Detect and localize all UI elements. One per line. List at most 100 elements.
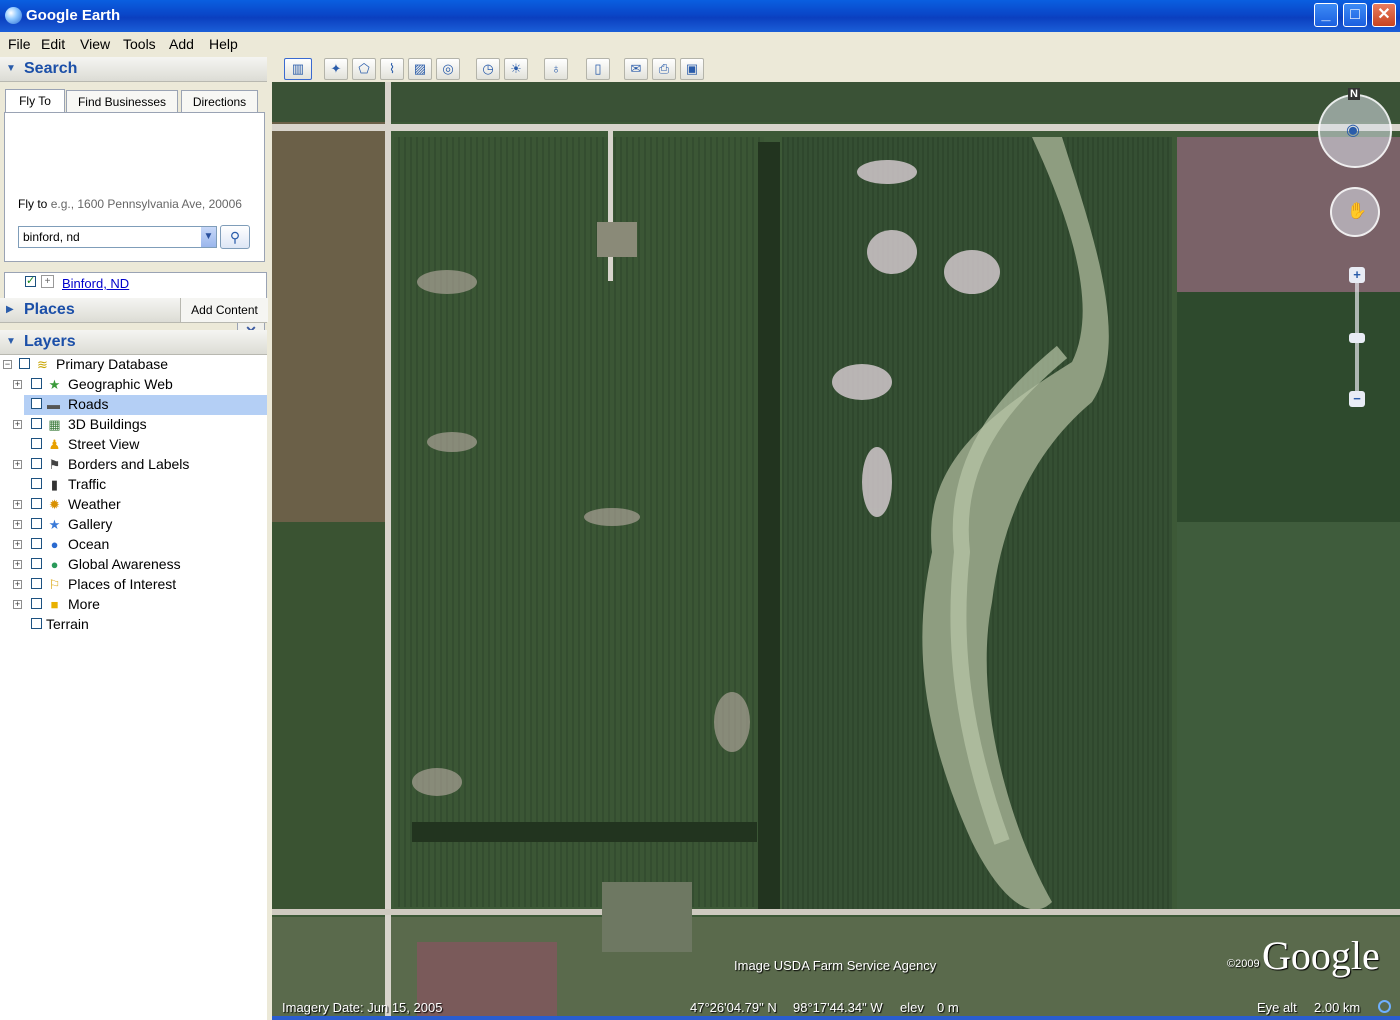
layer-label: Terrain (46, 616, 89, 632)
layer-checkbox[interactable] (31, 558, 42, 569)
search-button[interactable]: ⚲ (220, 225, 250, 249)
longitude-readout: 98°17'44.34" W (793, 1000, 883, 1015)
layer-label: Gallery (68, 516, 113, 532)
menu-add[interactable]: Add (169, 36, 194, 52)
layer-checkbox[interactable] (31, 618, 42, 629)
layer-checkbox[interactable] (31, 538, 42, 549)
building-icon: ▦ (48, 417, 61, 432)
layer-checkbox[interactable] (31, 378, 42, 389)
compass-north-label: N (1348, 88, 1360, 100)
maximize-button[interactable]: □ (1343, 3, 1367, 27)
planet-switch-button[interactable]: ♁ (544, 58, 568, 80)
layer-label: Street View (68, 436, 140, 452)
search-panel-header[interactable]: ▼ Search (0, 57, 267, 82)
zoom-out-icon[interactable]: − (1349, 391, 1365, 407)
historical-imagery-button[interactable]: ◷ (476, 58, 500, 80)
move-joystick[interactable]: ✋ (1330, 187, 1380, 237)
places-panel-header[interactable]: ▶ Places Add Content (0, 298, 268, 323)
menu-view[interactable]: View (80, 36, 110, 52)
look-joystick[interactable]: N ◉ (1318, 88, 1392, 168)
path-icon: ⌇ (388, 61, 396, 76)
layer-label: Traffic (68, 476, 107, 492)
layer-checkbox[interactable] (31, 598, 42, 609)
add-path-button[interactable]: ⌇ (380, 58, 404, 80)
chevron-down-icon[interactable]: ▼ (201, 227, 216, 247)
ruler-button[interactable]: ▯ (586, 58, 610, 80)
menu-help[interactable]: Help (209, 36, 238, 52)
email-icon: ✉ (630, 61, 642, 76)
layer-checkbox[interactable] (31, 398, 42, 409)
layer-label: Places of Interest (68, 576, 177, 592)
layer-street-view[interactable]: ♟ Street View (0, 435, 267, 455)
eye-icon: ◉ (1346, 122, 1360, 139)
sunlight-button[interactable]: ☀ (504, 58, 528, 80)
latitude-readout: 47°26'04.79" N (690, 1000, 777, 1015)
layer-checkbox[interactable] (19, 358, 30, 369)
layer-checkbox[interactable] (31, 438, 42, 449)
tab-directions[interactable]: Directions (181, 90, 258, 112)
layer-checkbox[interactable] (31, 498, 42, 509)
menu-tools[interactable]: Tools (123, 36, 156, 52)
expand-icon: + (13, 599, 22, 609)
layer-3d-buildings[interactable]: + ▦ 3D Buildings (0, 415, 267, 435)
zoom-slider-handle[interactable] (1349, 333, 1365, 343)
layer-roads[interactable]: ▬ Roads (24, 395, 267, 415)
layer-weather[interactable]: + ✹ Weather (0, 495, 267, 515)
view-in-maps-button[interactable]: ▣ (680, 58, 704, 80)
eye-alt-label: Eye alt (1257, 1000, 1297, 1015)
zoom-slider[interactable]: + − (1349, 267, 1365, 407)
sidebar-toggle-button[interactable]: ▥ (284, 58, 312, 80)
email-button[interactable]: ✉ (624, 58, 648, 80)
layer-checkbox[interactable] (31, 578, 42, 589)
menu-edit[interactable]: Edit (41, 36, 65, 52)
layer-ocean[interactable]: + ● Ocean (0, 535, 267, 555)
layer-global-awareness[interactable]: + ● Global Awareness (0, 555, 267, 575)
layer-primary-database[interactable]: − ≋ Primary Database (0, 355, 267, 375)
menu-file[interactable]: File (8, 36, 31, 52)
tab-fly-to[interactable]: Fly To (5, 89, 65, 113)
layer-more[interactable]: + ■ More (0, 595, 267, 615)
record-tour-button[interactable]: ◎ (436, 58, 460, 80)
layer-label: Roads (68, 396, 109, 412)
expand-icon: + (13, 579, 22, 589)
expand-icon: + (13, 539, 22, 549)
layer-terrain[interactable]: Terrain (0, 615, 267, 635)
layer-label: Weather (68, 496, 121, 512)
layer-label: 3D Buildings (68, 416, 147, 432)
layer-geographic-web[interactable]: + ★ Geographic Web (0, 375, 267, 395)
result-link[interactable]: Binford, ND (62, 276, 129, 291)
flag-icon: ⚑ (48, 457, 61, 472)
pegman-icon: ♟ (48, 437, 61, 452)
collapse-triangle-icon: ▼ (6, 336, 16, 347)
layer-checkbox[interactable] (31, 458, 42, 469)
layer-checkbox[interactable] (31, 478, 42, 489)
layer-traffic[interactable]: ▮ Traffic (0, 475, 267, 495)
layer-checkbox[interactable] (31, 418, 42, 429)
expand-icon: + (13, 419, 22, 429)
layer-checkbox[interactable] (31, 518, 42, 529)
tab-find-businesses[interactable]: Find Businesses (66, 90, 178, 112)
add-image-overlay-button[interactable]: ▨ (408, 58, 432, 80)
eye-alt-value: 2.00 km (1314, 1000, 1361, 1015)
zoom-in-icon[interactable]: + (1349, 267, 1365, 283)
polygon-icon: ⬠ (358, 61, 370, 76)
add-polygon-button[interactable]: ⬠ (352, 58, 376, 80)
print-button[interactable]: ⎙ (652, 58, 676, 80)
square-icon: ■ (50, 597, 59, 612)
layers-tree: − ≋ Primary Database + ★ Geographic Web … (0, 355, 267, 1020)
layers-panel-header[interactable]: ▼ Layers (0, 330, 267, 355)
minimize-button[interactable]: _ (1314, 3, 1338, 27)
close-button[interactable]: ✕ (1372, 3, 1396, 27)
map-view[interactable]: N ◉ ✋ + − Image USDA Farm Service Agency… (272, 82, 1400, 1016)
add-placemark-button[interactable]: ✦ (324, 58, 348, 80)
fly-to-input[interactable]: binford, nd (18, 226, 217, 248)
layer-gallery[interactable]: + ★ Gallery (0, 515, 267, 535)
layer-borders-and-labels[interactable]: + ⚑ Borders and Labels (0, 455, 267, 475)
layer-places-of-interest[interactable]: + ⚐ Places of Interest (0, 575, 267, 595)
star-icon: ★ (48, 377, 61, 392)
add-content-button[interactable]: Add Content (180, 298, 268, 322)
sun-icon: ✹ (49, 497, 60, 512)
layer-label: Global Awareness (68, 556, 181, 572)
result-checkbox[interactable]: ✓ (25, 276, 36, 287)
maps-icon: ▣ (685, 61, 699, 76)
